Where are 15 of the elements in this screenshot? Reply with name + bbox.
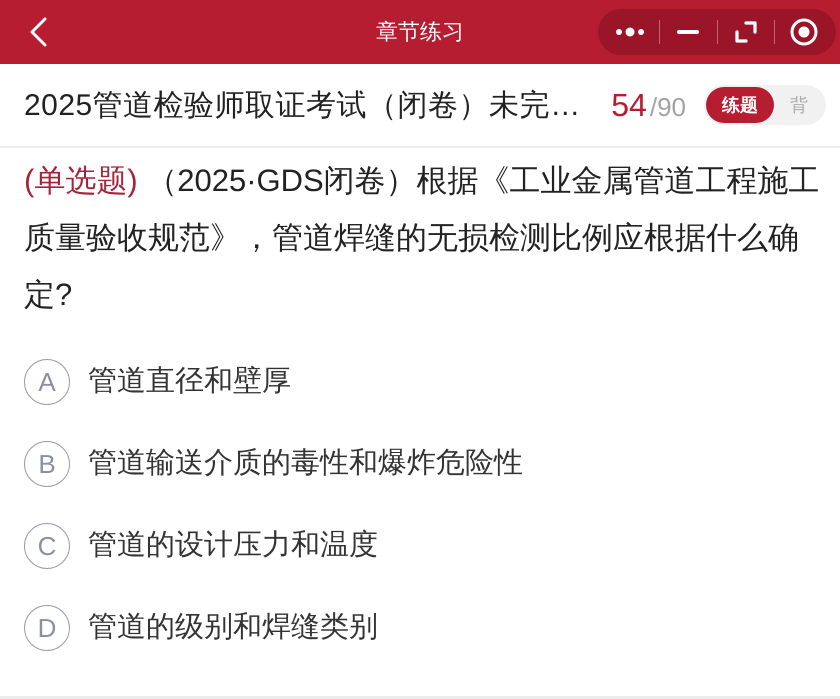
corner-brackets-icon	[734, 21, 757, 43]
target-circle-icon	[790, 18, 818, 46]
minus-icon	[677, 30, 700, 34]
option-text[interactable]: 管道的级别和焊缝类别	[88, 606, 378, 650]
more-dots-icon	[615, 27, 646, 37]
total-question-count: /90	[650, 91, 686, 124]
question-text: (单选题) （2025·GDS闭卷）根据《工业金属管道工程施工质量验收规范》，管道焊缝的无损检测比例应根据什么确定?	[23, 162, 821, 314]
option-text[interactable]: 管道的设计压力和温度	[88, 524, 378, 568]
mode-tab[interactable]: 练题	[706, 87, 774, 123]
current-question-number: 54	[611, 86, 647, 125]
back-chevron-icon	[28, 17, 48, 47]
page-title: 章节练习	[376, 18, 464, 46]
exam-title: 2025管道检验师取证考试（闭卷）未完…	[24, 88, 581, 124]
option-text[interactable]: 管道输送介质的毒性和爆炸危险性	[88, 442, 523, 486]
option-text[interactable]: 管道直径和壁厚	[88, 360, 291, 404]
